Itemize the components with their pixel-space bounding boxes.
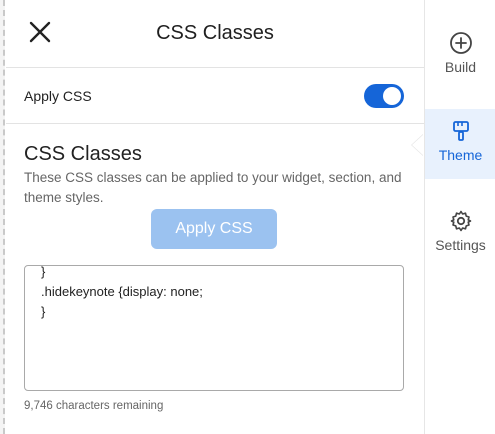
rail-item-settings[interactable]: Settings (425, 199, 495, 269)
css-textarea[interactable]: } .hidekeynote {display: none; } (24, 265, 404, 391)
css-code-content: } .hidekeynote {display: none; } (41, 265, 203, 319)
rail-item-theme[interactable]: Theme (425, 109, 495, 179)
gear-icon (450, 210, 472, 232)
toggle-knob (383, 87, 401, 105)
plus-circle-icon (450, 32, 472, 54)
rail-item-build[interactable]: Build (425, 21, 495, 91)
css-classes-panel: CSS Classes Apply CSS CSS Classes These … (6, 0, 424, 434)
section-description: These CSS classes can be applied to your… (24, 170, 402, 205)
section-heading: CSS Classes (24, 143, 142, 165)
rail-item-label: Build (444, 59, 477, 75)
apply-css-row: Apply CSS (6, 69, 424, 124)
apply-css-toggle[interactable] (364, 84, 404, 108)
rail-item-label: Theme (438, 147, 483, 163)
canvas-edge (0, 0, 5, 434)
panel-header: CSS Classes (6, 0, 424, 68)
active-tab-pointer (412, 134, 424, 156)
rail-item-label: Settings (435, 237, 486, 253)
panel-title: CSS Classes (156, 22, 274, 44)
apply-css-button[interactable]: Apply CSS (151, 209, 277, 249)
apply-css-label: Apply CSS (24, 88, 92, 104)
right-rail: Build Theme Settings (424, 0, 495, 434)
paint-roller-icon (453, 121, 469, 141)
chars-remaining: 9,746 characters remaining (24, 400, 164, 412)
